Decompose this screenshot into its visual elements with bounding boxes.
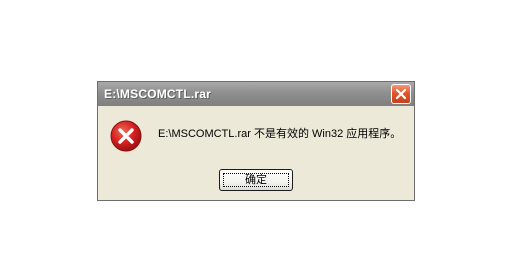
ok-button[interactable]: 确定 [219, 169, 293, 191]
ok-button-label: 确定 [245, 174, 267, 186]
error-dialog: E:\MSCOMCTL.rar E:\MSCOMCTL.rar 不是有效的 Wi… [97, 81, 415, 201]
error-icon [110, 120, 142, 152]
close-icon [395, 88, 407, 100]
error-message: E:\MSCOMCTL.rar 不是有效的 Win32 应用程序。 [158, 128, 402, 140]
close-button[interactable] [391, 84, 411, 104]
window-title: E:\MSCOMCTL.rar [104, 87, 212, 101]
title-bar[interactable]: E:\MSCOMCTL.rar [98, 82, 414, 106]
